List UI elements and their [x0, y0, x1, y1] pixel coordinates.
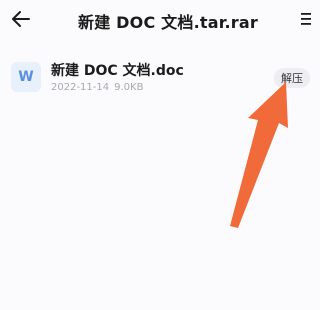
top-bar: 新建 DOC 文档.tar.rar — [0, 0, 320, 44]
word-document-icon: W — [11, 62, 41, 92]
file-name: 新建 DOC 文档.doc — [51, 63, 184, 79]
page-title: 新建 DOC 文档.tar.rar — [78, 13, 258, 32]
back-arrow-icon[interactable] — [6, 4, 36, 34]
file-list-item[interactable]: W 新建 DOC 文档.doc 2022-11-14 9.0KB 解压 — [0, 56, 320, 102]
hamburger-menu-icon[interactable] — [296, 6, 316, 32]
annotation-arrow-icon — [230, 82, 288, 228]
file-icon-letter: W — [18, 69, 34, 85]
file-meta: 2022-11-14 9.0KB — [51, 82, 143, 93]
extract-button[interactable]: 解压 — [274, 68, 310, 88]
file-size: 9.0KB — [114, 82, 144, 93]
file-date: 2022-11-14 — [51, 82, 110, 93]
